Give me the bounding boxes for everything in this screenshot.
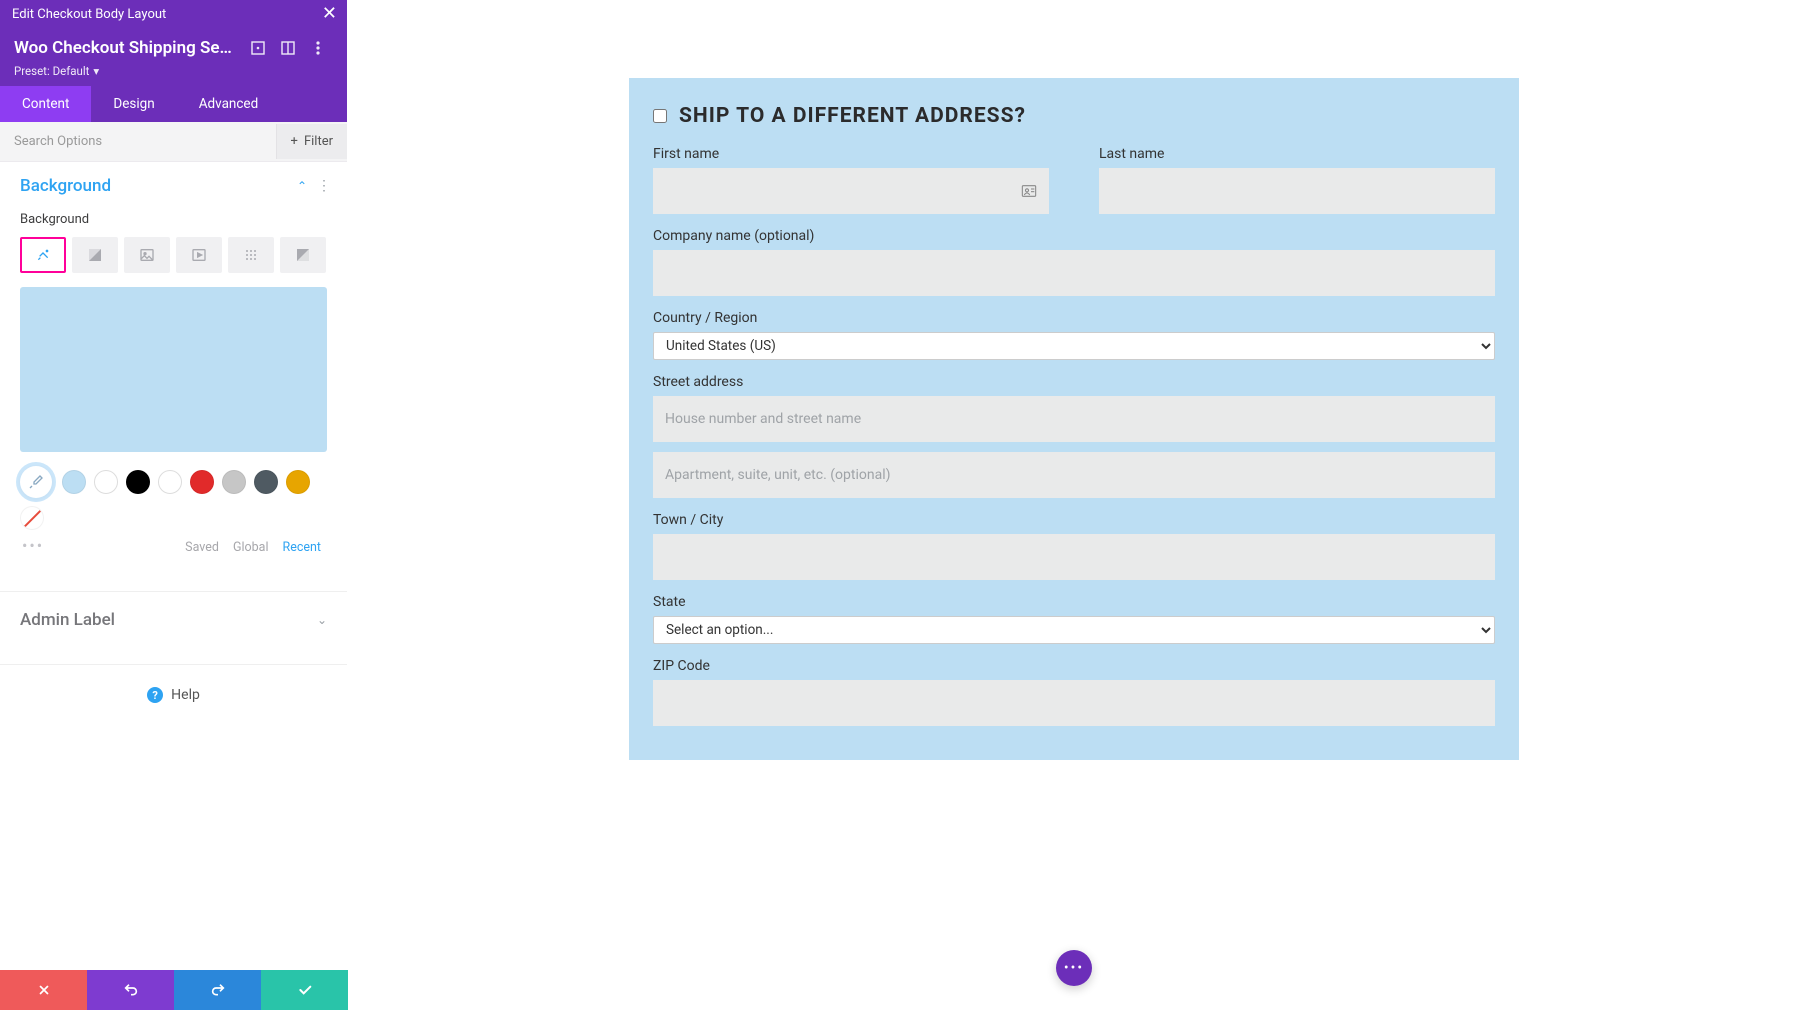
preset-selector[interactable]: Preset: Default ▾ (14, 64, 333, 78)
module-title: Woo Checkout Shipping Set... (14, 38, 234, 58)
redo-button[interactable] (174, 970, 261, 1010)
preset-label: Preset: Default (14, 64, 89, 78)
close-icon[interactable]: ✕ (322, 5, 337, 23)
street-label: Street address (653, 374, 1495, 390)
swatch-4[interactable] (190, 470, 214, 494)
country-label: Country / Region (653, 310, 1495, 326)
builder-fab[interactable]: ••• (1056, 950, 1092, 986)
city-label: Town / City (653, 512, 1495, 528)
search-input[interactable] (0, 122, 276, 161)
chevron-up-icon: ⌃ (297, 179, 307, 193)
tab-design[interactable]: Design (91, 86, 176, 122)
last-name-input[interactable] (1099, 168, 1495, 214)
settings-sidebar: Edit Checkout Body Layout ✕ Woo Checkout… (0, 0, 348, 1010)
eyedropper-button[interactable] (20, 466, 52, 498)
swatch-5[interactable] (222, 470, 246, 494)
bg-type-video[interactable] (176, 237, 222, 273)
kebab-icon[interactable] (310, 40, 326, 56)
swatch-tab-recent[interactable]: Recent (283, 540, 322, 555)
filter-label: Filter (304, 134, 333, 149)
color-preview[interactable] (20, 287, 327, 452)
background-sublabel: Background (20, 212, 327, 227)
help-row[interactable]: ? Help (0, 665, 347, 725)
settings-tabs: Content Design Advanced (0, 86, 347, 122)
country-select[interactable]: United States (US) (653, 332, 1495, 360)
filter-button[interactable]: + Filter (276, 124, 347, 159)
zip-input[interactable] (653, 680, 1495, 726)
bg-type-image[interactable] (124, 237, 170, 273)
chevron-down-icon: ▾ (93, 64, 99, 78)
more-swatches-icon[interactable]: ••• (20, 530, 46, 555)
state-label: State (653, 594, 1495, 610)
swatch-tab-saved[interactable]: Saved (185, 540, 219, 555)
shipping-form-card: Ship to a different address? First name … (629, 78, 1519, 760)
zip-label: ZIP Code (653, 658, 1495, 674)
bg-type-color[interactable] (20, 237, 66, 273)
chevron-down-icon: ⌄ (317, 613, 327, 627)
bg-type-gradient[interactable] (72, 237, 118, 273)
swatch-row (20, 466, 327, 530)
background-type-row (20, 237, 327, 273)
swatch-tab-global[interactable]: Global (233, 540, 269, 555)
swatch-1[interactable] (94, 470, 118, 494)
first-name-label: First name (653, 146, 1049, 162)
swatch-6[interactable] (254, 470, 278, 494)
last-name-label: Last name (1099, 146, 1495, 162)
plus-icon: + (291, 134, 298, 149)
cancel-button[interactable] (0, 970, 87, 1010)
background-panel: Background (0, 206, 347, 575)
help-label: Help (171, 687, 200, 703)
ship-different-checkbox[interactable] (653, 109, 667, 123)
company-label: Company name (optional) (653, 228, 1495, 244)
tab-content[interactable]: Content (0, 86, 91, 122)
module-header: Woo Checkout Shipping Set... Preset: Def… (0, 28, 347, 86)
bg-type-pattern[interactable] (228, 237, 274, 273)
undo-button[interactable] (87, 970, 174, 1010)
swatch-tabs: Saved Global Recent (185, 530, 327, 555)
help-icon: ? (147, 687, 163, 703)
modal-title: Edit Checkout Body Layout (12, 7, 166, 22)
swatch-3[interactable] (158, 470, 182, 494)
admin-label-toggle[interactable]: Admin Label ⌄ (0, 592, 347, 648)
bg-type-mask[interactable] (280, 237, 326, 273)
search-filter-row: + Filter (0, 122, 347, 162)
ship-heading: Ship to a different address? (679, 104, 1026, 128)
background-toggle[interactable]: Background ⌃ ⋮ (0, 162, 347, 206)
city-input[interactable] (653, 534, 1495, 580)
hover-icon[interactable] (280, 40, 296, 56)
swatch-2[interactable] (126, 470, 150, 494)
ship-heading-row: Ship to a different address? (653, 104, 1495, 128)
street2-input[interactable] (653, 452, 1495, 498)
modal-titlebar: Edit Checkout Body Layout ✕ (0, 0, 347, 28)
preview-area: Ship to a different address? First name … (348, 28, 1800, 1010)
swatch-7[interactable] (286, 470, 310, 494)
swatch-none[interactable] (20, 506, 44, 530)
street1-input[interactable] (653, 396, 1495, 442)
expand-icon[interactable] (250, 40, 266, 56)
save-button[interactable] (261, 970, 348, 1010)
state-select[interactable]: Select an option... (653, 616, 1495, 644)
company-input[interactable] (653, 250, 1495, 296)
swatch-0[interactable] (62, 470, 86, 494)
action-footer (0, 970, 348, 1010)
first-name-input[interactable] (653, 168, 1049, 214)
kebab-icon[interactable]: ⋮ (317, 178, 331, 194)
background-title: Background (20, 176, 111, 196)
tab-advanced[interactable]: Advanced (177, 86, 281, 122)
admin-label-title: Admin Label (20, 610, 115, 630)
